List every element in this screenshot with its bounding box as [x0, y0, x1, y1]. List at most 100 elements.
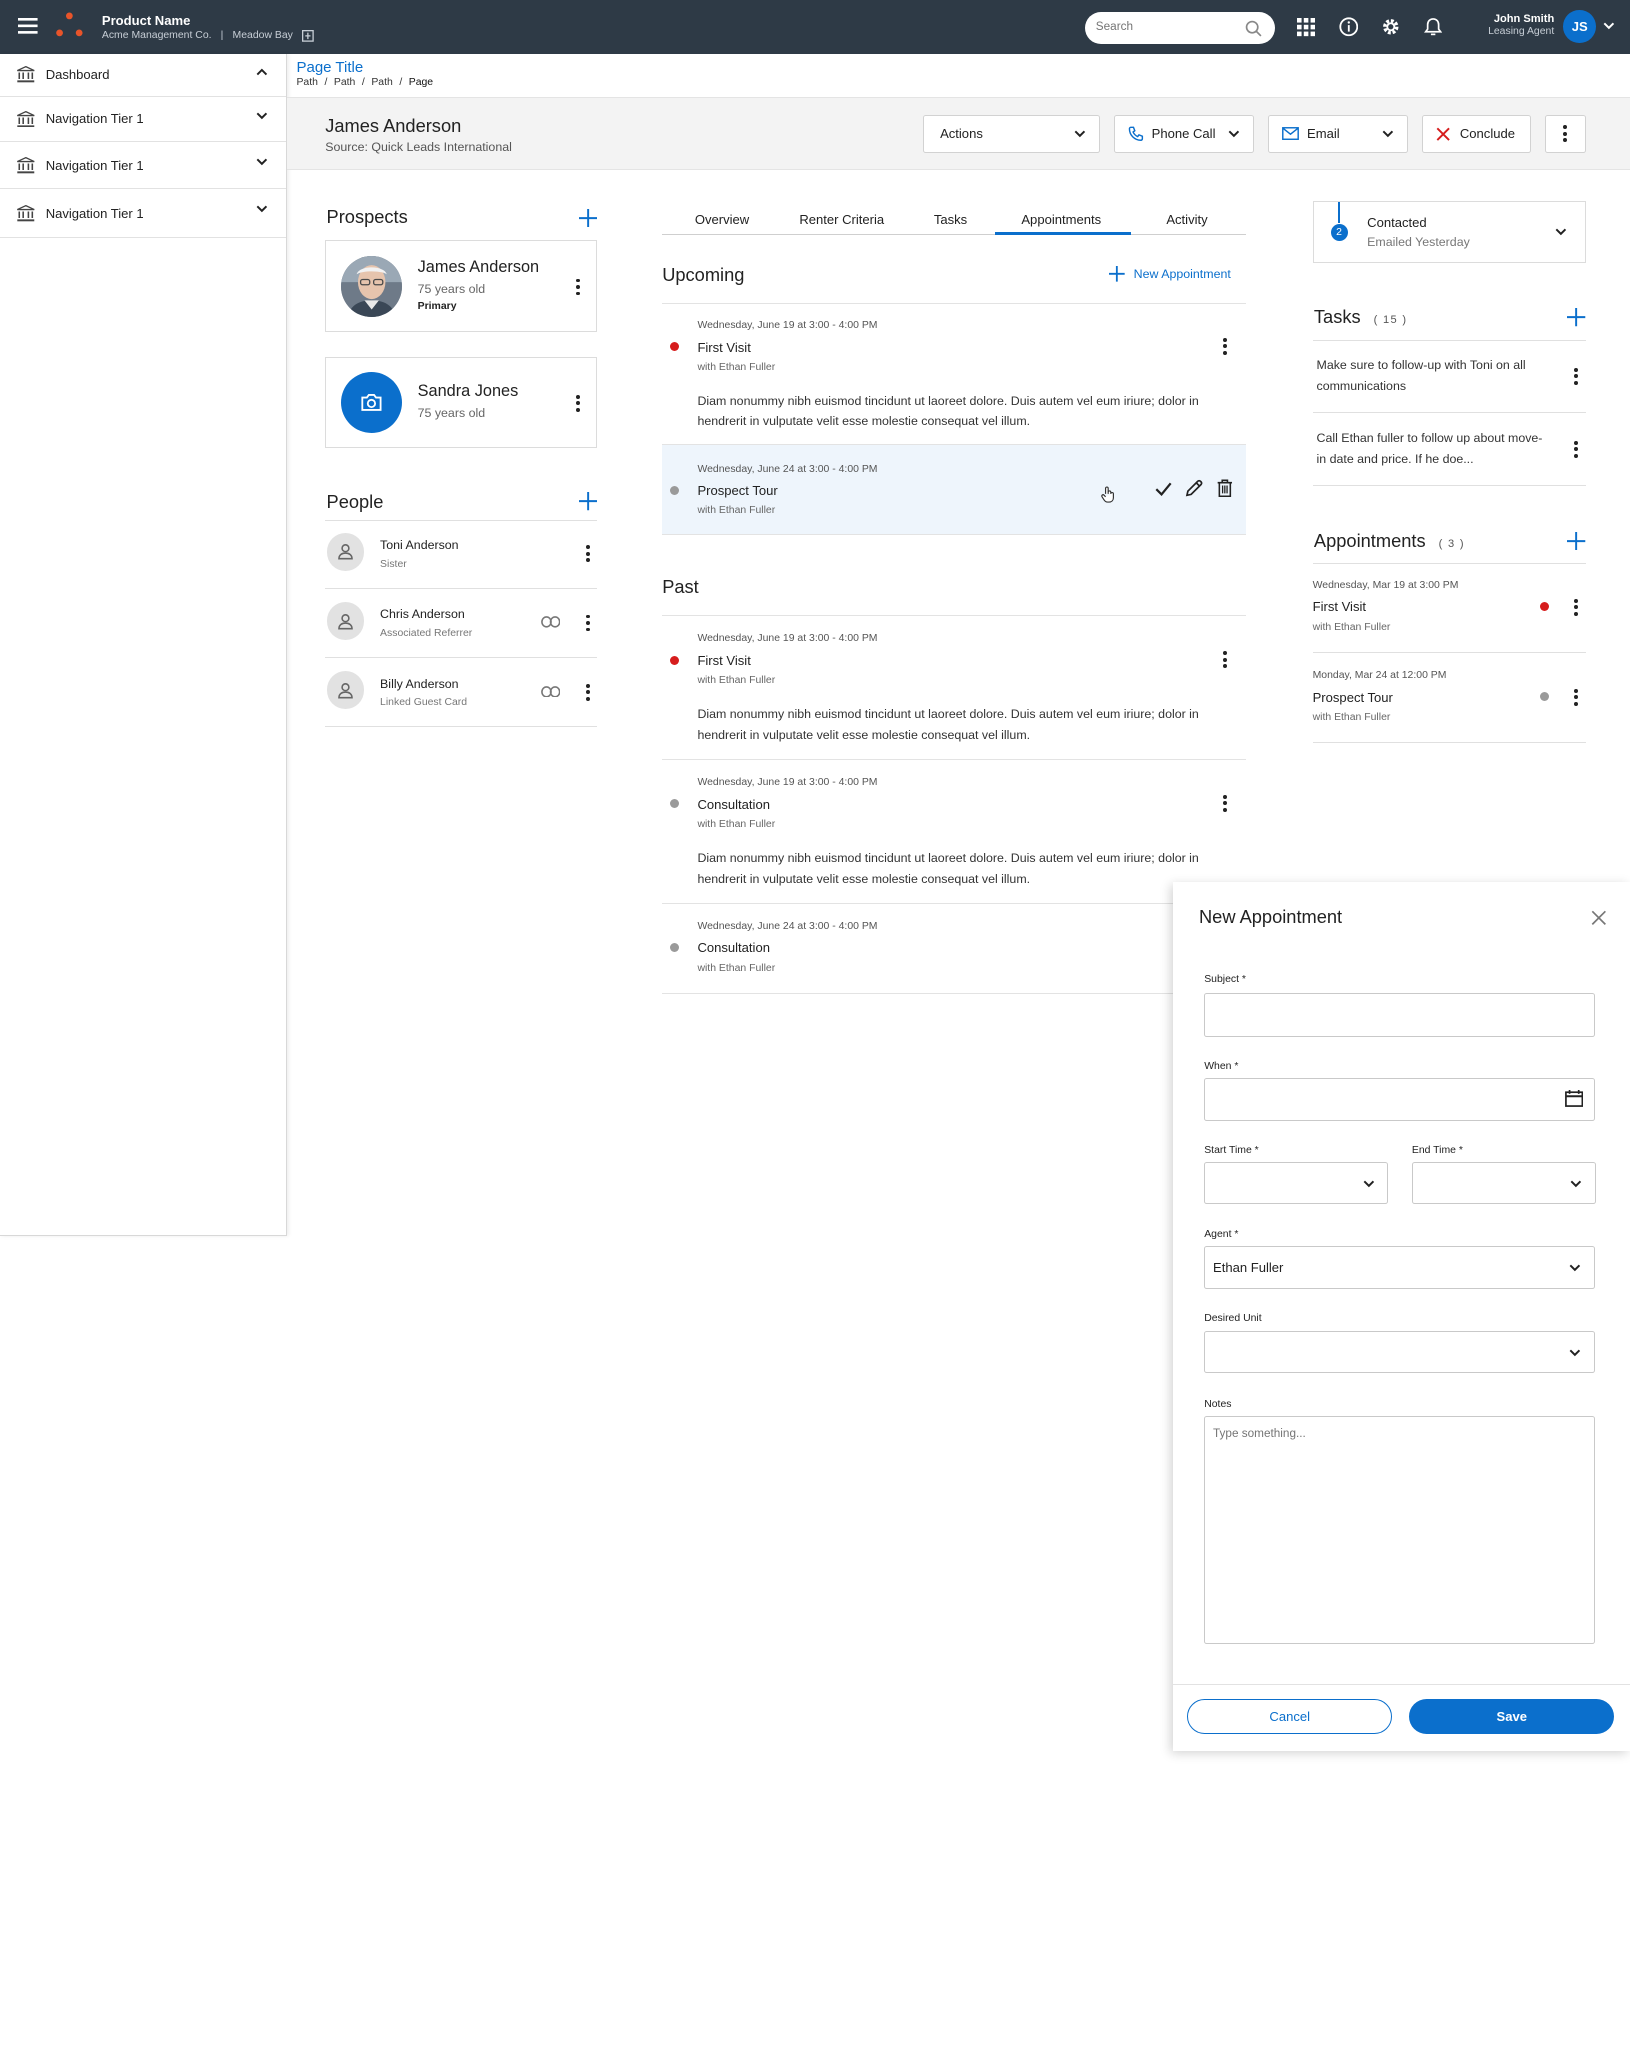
search-icon[interactable]: [1245, 20, 1262, 37]
checkmark-icon[interactable]: [1155, 482, 1172, 496]
add-prospect-plus-icon[interactable]: [578, 208, 597, 228]
prospect-card[interactable]: Sandra Jones 75 years old: [325, 356, 597, 448]
task-menu[interactable]: [1567, 438, 1585, 462]
when-date-input[interactable]: [1204, 1077, 1595, 1121]
appointment-description: Diam nonummy nibh euismod tincidunt ut l…: [697, 393, 1199, 429]
email-dropdown[interactable]: Email: [1268, 114, 1408, 153]
user-block[interactable]: John Smith Leasing Agent: [1450, 13, 1554, 37]
breadcrumb-link[interactable]: Path: [334, 77, 355, 88]
appointment-description: Diam nonummy nibh euismod tincidunt ut l…: [697, 850, 1199, 886]
appointment-menu[interactable]: [1216, 334, 1234, 358]
new-appointment-link[interactable]: New Appointment: [1108, 266, 1231, 283]
appointment-item[interactable]: Wednesday, June 24 at 3:00 - 4:00 PM Con…: [662, 904, 1246, 994]
sidebar-item-tier1[interactable]: Navigation Tier 1: [0, 142, 287, 190]
settings-gear-icon[interactable]: [1381, 17, 1401, 37]
tasks-title: Tasks: [1313, 305, 1361, 327]
tab-renter-criteria[interactable]: Renter Criteria: [799, 212, 884, 227]
appointment-summary-item[interactable]: Monday, Mar 24 at 12:00 PM Prospect Tour…: [1312, 653, 1586, 744]
chevron-down-icon[interactable]: [256, 205, 268, 213]
user-avatar[interactable]: JS: [1563, 10, 1597, 44]
appointment-summary-item[interactable]: Wednesday, Mar 19 at 3:00 PM First Visit…: [1312, 564, 1586, 654]
appointment-title: Consultation: [697, 940, 770, 956]
tab-activity[interactable]: Activity: [1166, 212, 1207, 227]
person-menu[interactable]: [579, 542, 597, 566]
appointment-item[interactable]: Wednesday, June 19 at 3:00 - 4:00 PM Fir…: [662, 616, 1246, 761]
appointment-menu[interactable]: [1216, 648, 1234, 672]
person-row[interactable]: Billy Anderson Linked Guest Card: [325, 658, 597, 728]
agent-select[interactable]: Ethan Fuller: [1204, 1246, 1595, 1290]
breadcrumb-link[interactable]: Path: [371, 77, 392, 88]
person-row[interactable]: Toni Anderson Sister: [325, 520, 597, 590]
close-icon[interactable]: [1591, 910, 1607, 926]
kebab-menu-icon: [579, 611, 597, 635]
start-time-select[interactable]: [1204, 1162, 1389, 1205]
notifications-bell-icon[interactable]: [1423, 17, 1442, 37]
calendar-icon[interactable]: [1565, 1090, 1584, 1108]
appointment-item[interactable]: Wednesday, June 19 at 3:00 - 4:00 PM Fir…: [662, 304, 1246, 446]
task-item[interactable]: Make sure to follow-up with Toni on all …: [1312, 341, 1586, 413]
person-name: Billy Anderson: [380, 676, 459, 691]
appointment-item[interactable]: Wednesday, June 19 at 3:00 - 4:00 PM Con…: [662, 760, 1246, 904]
kebab-menu-icon: [1567, 364, 1585, 388]
desired-unit-select[interactable]: [1204, 1330, 1595, 1373]
appointment-menu[interactable]: [1216, 791, 1234, 815]
delete-trash-icon[interactable]: [1217, 479, 1233, 498]
prospect-menu[interactable]: [569, 275, 587, 299]
search-input[interactable]: [1095, 19, 1240, 33]
save-button[interactable]: Save: [1409, 1699, 1615, 1735]
edit-pencil-icon[interactable]: [1185, 479, 1203, 497]
add-person-plus-icon[interactable]: [578, 492, 597, 511]
chevron-down-icon[interactable]: [256, 158, 268, 166]
apps-grid-icon[interactable]: [1296, 18, 1316, 37]
subject-input[interactable]: [1204, 992, 1595, 1038]
breadcrumb-current: Page: [408, 77, 434, 89]
chevron-up-icon[interactable]: [256, 68, 268, 76]
appointment-item[interactable]: Wednesday, June 24 at 3:00 - 4:00 PM Pro…: [662, 445, 1246, 536]
prospect-card[interactable]: James Anderson 75 years old Primary: [325, 240, 597, 332]
camera-icon[interactable]: [340, 371, 402, 434]
sidebar-item-tier1[interactable]: Navigation Tier 1: [0, 189, 287, 238]
prospect-menu[interactable]: [569, 392, 587, 416]
sidebar-item-tier1[interactable]: Navigation Tier 1: [0, 97, 287, 143]
link-icon[interactable]: [540, 616, 561, 629]
chevron-down-icon[interactable]: [256, 112, 268, 120]
appointment-agent: with Ethan Fuller: [697, 361, 776, 373]
tab-overview[interactable]: Overview: [695, 212, 749, 227]
add-task-plus-icon[interactable]: [1567, 308, 1586, 327]
status-dropdown[interactable]: 2 Contacted Emailed Yesterday: [1312, 201, 1586, 263]
search-box[interactable]: [1085, 11, 1275, 45]
tab-tasks[interactable]: Tasks: [934, 212, 967, 227]
appointment-agent: with Ethan Fuller: [697, 505, 776, 517]
status-track: [1338, 202, 1340, 224]
appointment-menu[interactable]: [1567, 596, 1585, 620]
person-avatar-icon: [326, 532, 365, 571]
person-menu[interactable]: [579, 611, 597, 635]
conclude-button[interactable]: Conclude: [1422, 114, 1531, 153]
more-options-button[interactable]: [1545, 114, 1586, 153]
task-menu[interactable]: [1567, 364, 1585, 388]
task-item[interactable]: Call Ethan fuller to follow up about mov…: [1312, 413, 1586, 486]
link-icon[interactable]: [540, 685, 561, 698]
phone-call-dropdown[interactable]: Phone Call: [1114, 114, 1254, 153]
menu-icon[interactable]: [18, 18, 38, 34]
chevron-down-icon: [1569, 1349, 1581, 1357]
email-label: Email: [1307, 126, 1340, 142]
property-name[interactable]: Meadow Bay: [233, 30, 293, 41]
active-tab-indicator: [995, 232, 1132, 236]
property-switch-icon[interactable]: [302, 30, 314, 42]
person-row[interactable]: Chris Anderson Associated Referrer: [325, 589, 597, 659]
breadcrumb-link[interactable]: Path: [296, 77, 317, 88]
notes-textarea[interactable]: [1204, 1415, 1595, 1645]
kebab-menu-icon: [579, 542, 597, 566]
user-menu-chevron-icon[interactable]: [1603, 22, 1615, 30]
tab-appointments[interactable]: Appointments: [1021, 212, 1101, 227]
cancel-button[interactable]: Cancel: [1187, 1699, 1393, 1735]
info-icon[interactable]: [1339, 17, 1359, 37]
appointment-menu[interactable]: [1567, 686, 1585, 710]
status-sub: Emailed Yesterday: [1367, 234, 1470, 249]
actions-dropdown[interactable]: Actions: [923, 114, 1100, 153]
person-menu[interactable]: [579, 680, 597, 704]
end-time-select[interactable]: [1411, 1162, 1597, 1205]
sidebar-item-dashboard[interactable]: Dashboard: [0, 54, 287, 97]
add-appointment-plus-icon[interactable]: [1567, 531, 1586, 550]
